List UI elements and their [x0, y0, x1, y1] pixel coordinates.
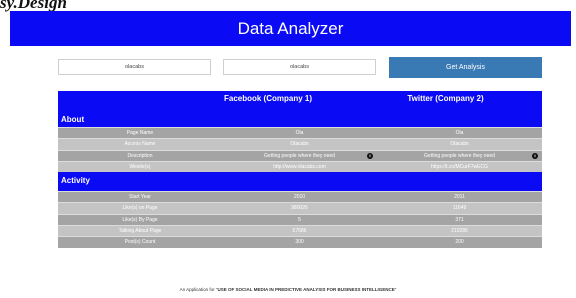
section-title-about: About [61, 115, 85, 124]
table-row: Start Year 2010 2011 [58, 191, 542, 203]
section-header-activity: Activity [58, 172, 542, 192]
company2-input[interactable] [223, 59, 376, 75]
company1-value: 2010 [293, 194, 306, 201]
company1-value: Olacabs [290, 141, 309, 148]
row-label: Wesite(s) [129, 163, 151, 170]
row-label: Talking About Page [118, 228, 162, 235]
comparison-table: Facebook (Company 1) Twitter (Company 2)… [58, 91, 542, 248]
company2-value: 371 [455, 216, 464, 223]
table-row: Like(s) on Page 980026 11649 [58, 202, 542, 214]
section-title-activity: Activity [61, 176, 90, 186]
company1-value: http://www.olacabs.com [273, 163, 326, 170]
app-title: Data Analyzer [237, 19, 344, 38]
company2-value: 210286 [451, 228, 468, 235]
row-label: Access Name [124, 141, 156, 148]
column-header-company1: Facebook (Company 1) [223, 94, 312, 103]
info-icon[interactable]: i [532, 152, 538, 159]
table-row: Description Getting people where they ne… [58, 149, 542, 161]
company2-value-cell: Getting people where they need i [377, 151, 542, 161]
company2-value: Getting people where they need [424, 152, 495, 159]
table-row: Post(s) Count 300 200 [58, 236, 542, 248]
company1-value-cell: Getting people where they need i [222, 151, 377, 161]
get-analysis-button[interactable]: Get Analysis [389, 57, 542, 78]
footer-title: USE OF SOCIAL MEDIA IN PREDICTIVE ANALYS… [217, 287, 395, 292]
table-row: Wesite(s) http://www.olacabs.com https:/… [58, 160, 542, 173]
company1-value: 5 [298, 216, 301, 223]
company1-value: 57686 [292, 228, 307, 235]
company1-value: Getting people where they need [264, 152, 335, 159]
company2-value: 200 [455, 239, 464, 246]
company2-value: Olacabs [450, 141, 469, 148]
row-label: Description [127, 152, 153, 159]
row-label: Post(s) Count [124, 239, 156, 246]
company2-value: https://t.co/MCurF7wECG [431, 163, 488, 170]
company1-value: 300 [295, 239, 304, 246]
footer-suffix: " [394, 287, 397, 292]
company1-input[interactable] [58, 59, 211, 75]
footer-credit: An Application for "USE OF SOCIAL MEDIA … [0, 287, 576, 292]
table-row: Talking About Page 57686 210286 [58, 225, 542, 237]
row-label: Page Name [126, 130, 154, 136]
table-row: Access Name Olacabs Olacabs [58, 138, 542, 150]
info-icon[interactable]: i [367, 152, 373, 159]
company2-value: 2011 [454, 194, 465, 201]
table-row: Like(s) By Page 5 371 [58, 213, 542, 226]
company2-value: 11649 [452, 205, 467, 212]
row-label: Like(s) on Page [122, 205, 158, 212]
footer-prefix: An Application for " [179, 287, 218, 292]
company1-value: 980026 [291, 205, 308, 212]
app-header: Data Analyzer [10, 11, 571, 46]
table-row: Page Name Ola Ola [58, 127, 542, 139]
table-header: Facebook (Company 1) Twitter (Company 2)… [58, 91, 542, 127]
company2-value: Ola [455, 130, 464, 136]
row-label: Like(s) By Page [122, 216, 158, 223]
row-label: Start Year [129, 194, 151, 201]
column-header-company2: Twitter (Company 2) [407, 94, 484, 103]
company1-value: Ola [295, 130, 304, 136]
